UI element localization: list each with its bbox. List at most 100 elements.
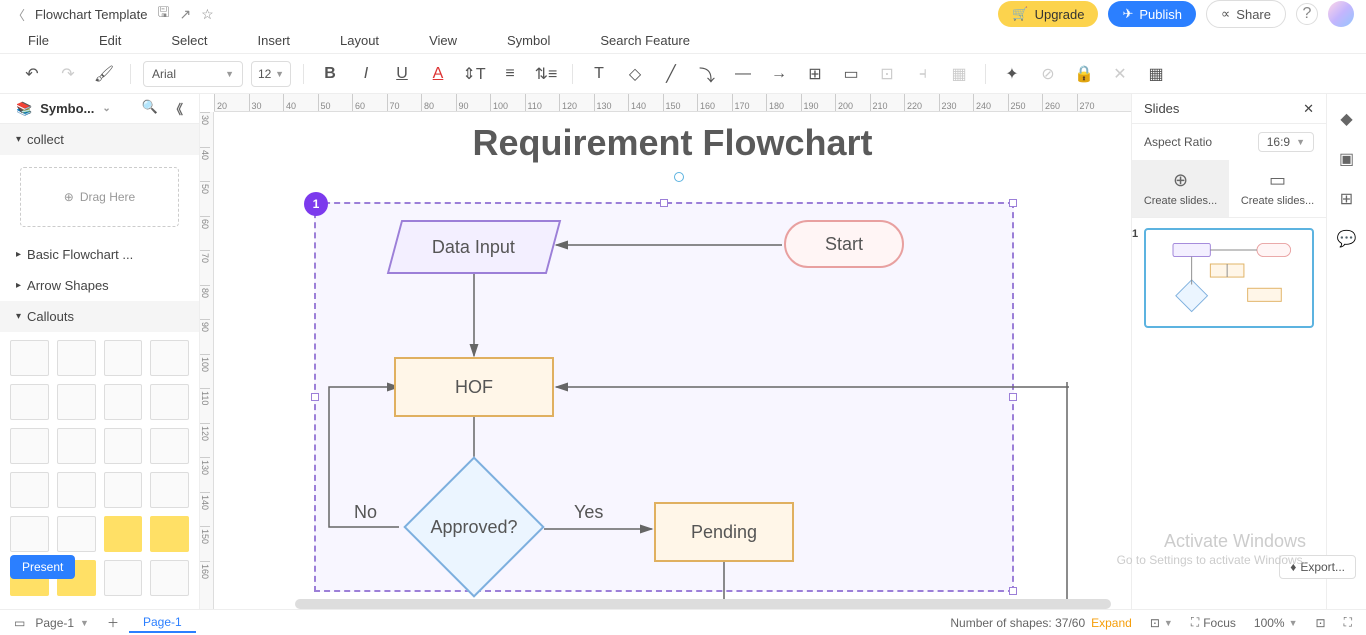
menu-symbol[interactable]: Symbol [507, 33, 550, 48]
create-slides-auto-button[interactable]: ⊕Create slides... [1132, 160, 1229, 217]
apps-icon[interactable]: ⊞ [1336, 188, 1358, 210]
brush-icon[interactable]: 🖌 [90, 60, 118, 88]
table-icon[interactable]: ▦ [1142, 60, 1170, 88]
undo-icon[interactable]: ↶ [18, 60, 46, 88]
shape-thumb[interactable] [150, 472, 189, 508]
align-icon[interactable]: ⫞ [909, 60, 937, 88]
section-callouts[interactable]: ▾Callouts [0, 301, 199, 332]
arrow-style-icon[interactable]: → [765, 60, 793, 88]
connector-icon[interactable]: ⤵ [693, 60, 721, 88]
resize-handle[interactable] [1009, 199, 1017, 207]
section-basic[interactable]: ▸Basic Flowchart ... [0, 239, 199, 270]
menu-view[interactable]: View [429, 33, 457, 48]
shape-thumb[interactable] [150, 384, 189, 420]
focus-button[interactable]: ⛶ Focus [1191, 615, 1236, 630]
scrollbar-h[interactable] [295, 599, 1111, 609]
back-icon[interactable]: 〈 [12, 5, 25, 24]
pages-icon[interactable]: ▭ [14, 616, 25, 630]
save-icon[interactable]: 🖫 [158, 2, 170, 26]
add-page-icon[interactable]: ＋ [107, 614, 119, 631]
comment-icon[interactable]: 💬 [1336, 228, 1358, 250]
node-hof[interactable]: HOF [394, 357, 554, 417]
open-external-icon[interactable]: ↗ [179, 6, 191, 23]
shape-thumb[interactable] [150, 340, 189, 376]
menu-edit[interactable]: Edit [99, 33, 121, 48]
shape-thumb[interactable] [150, 516, 189, 552]
canvas-area[interactable]: 2030405060708090100110120130140150160170… [200, 94, 1131, 609]
section-arrow[interactable]: ▸Arrow Shapes [0, 270, 199, 301]
avatar[interactable] [1328, 1, 1354, 27]
create-slides-manual-button[interactable]: ▭Create slides... [1229, 160, 1326, 217]
shape-thumb[interactable] [104, 428, 143, 464]
resize-handle[interactable] [1009, 587, 1017, 595]
shape-thumb[interactable] [104, 384, 143, 420]
slide-thumb-1[interactable]: 1 [1144, 228, 1314, 328]
menu-file[interactable]: File [28, 33, 49, 48]
shape-thumb[interactable] [104, 560, 143, 596]
page-tab-1[interactable]: Page-1 [129, 613, 196, 633]
export-button[interactable]: ♦ Export... [1279, 555, 1356, 579]
shape-thumb[interactable] [57, 384, 96, 420]
line-spacing-icon[interactable]: ⇅≡ [532, 60, 560, 88]
text-height-icon[interactable]: ⇕T [460, 60, 488, 88]
ai-icon[interactable]: ▣ [1336, 148, 1358, 170]
expand-link[interactable]: Expand [1091, 616, 1132, 630]
ratio-select[interactable]: 16:9▼ [1258, 132, 1314, 152]
collapse-icon[interactable]: 《 [170, 99, 183, 118]
shape-thumb[interactable] [10, 516, 49, 552]
zoom-control[interactable]: 100% ▼ [1254, 616, 1298, 630]
shape-thumb[interactable] [57, 472, 96, 508]
star-icon[interactable]: ☆ [201, 6, 214, 23]
node-approved[interactable]: Approved? [394, 477, 554, 577]
present-button[interactable]: Present [10, 555, 75, 579]
theme-icon[interactable]: ◆ [1336, 108, 1358, 130]
redo-icon[interactable]: ↷ [54, 60, 82, 88]
italic-icon[interactable]: I [352, 60, 380, 88]
tools-icon[interactable]: ✕ [1106, 60, 1134, 88]
share-button[interactable]: ∝ Share [1206, 0, 1286, 28]
shape-thumb[interactable] [10, 428, 49, 464]
group-icon[interactable]: ⊡ [873, 60, 901, 88]
view-toggle-icon[interactable]: ⊡ ▼ [1150, 616, 1173, 630]
upgrade-button[interactable]: 🛒 Upgrade [998, 1, 1098, 27]
chevron-down-icon[interactable]: ⌄ [102, 103, 110, 114]
font-select[interactable]: Arial▼ [143, 61, 243, 87]
bold-icon[interactable]: B [316, 60, 344, 88]
underline-icon[interactable]: U [388, 60, 416, 88]
size-select[interactable]: 12▼ [251, 61, 291, 87]
shape-thumb[interactable] [150, 428, 189, 464]
section-collect[interactable]: ▾collect [0, 124, 199, 155]
crop-icon[interactable]: ⊘ [1034, 60, 1062, 88]
fullscreen-icon[interactable]: ⛶ [1344, 615, 1352, 630]
menu-layout[interactable]: Layout [340, 33, 379, 48]
node-pending[interactable]: Pending [654, 502, 794, 562]
rotate-handle[interactable] [674, 172, 684, 182]
shape-thumb[interactable] [104, 472, 143, 508]
shape-thumb[interactable] [10, 384, 49, 420]
menu-search[interactable]: Search Feature [600, 33, 690, 48]
drag-here-box[interactable]: ⊕ Drag Here [20, 167, 179, 227]
resize-handle[interactable] [1009, 393, 1017, 401]
distribute-icon[interactable]: ⊞ [801, 60, 829, 88]
shape-thumb[interactable] [104, 340, 143, 376]
fill-icon[interactable]: ◇ [621, 60, 649, 88]
shape-thumb[interactable] [150, 560, 189, 596]
line-color-icon[interactable]: ╱ [657, 60, 685, 88]
resize-handle[interactable] [660, 199, 668, 207]
container-icon[interactable]: ▭ [837, 60, 865, 88]
library-icon[interactable]: 📚 [16, 101, 32, 117]
close-icon[interactable]: ✕ [1303, 101, 1314, 117]
effects-icon[interactable]: ✦ [998, 60, 1026, 88]
node-data-input[interactable]: Data Input [387, 220, 561, 274]
menu-select[interactable]: Select [171, 33, 207, 48]
search-icon[interactable]: 🔍 [142, 99, 158, 118]
shape-thumb[interactable] [104, 516, 143, 552]
menu-insert[interactable]: Insert [258, 33, 291, 48]
lock-icon[interactable]: 🔒 [1070, 60, 1098, 88]
line-style-icon[interactable]: — [729, 60, 757, 88]
help-icon[interactable]: ? [1296, 3, 1318, 25]
text-tool-icon[interactable]: T [585, 60, 613, 88]
shape-thumb[interactable] [10, 472, 49, 508]
shape-thumb[interactable] [57, 428, 96, 464]
layer-icon[interactable]: ▦ [945, 60, 973, 88]
